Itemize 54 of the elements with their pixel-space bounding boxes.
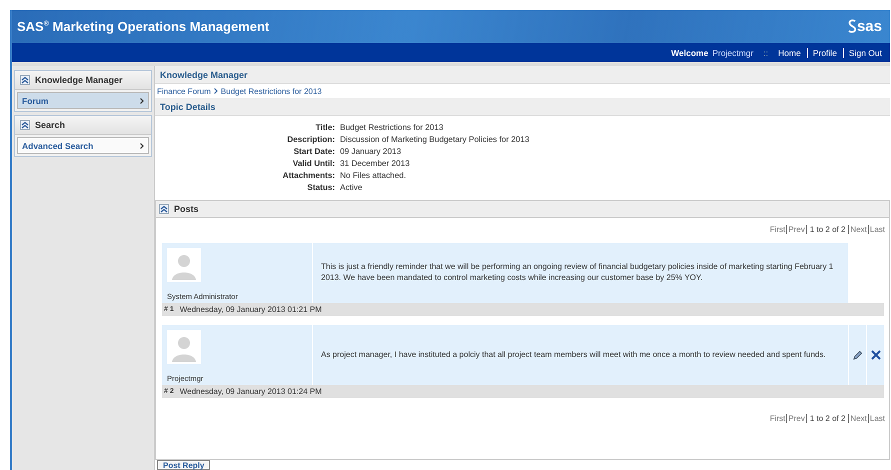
pager-summary: 1 to 2 of 2	[810, 225, 846, 234]
close-icon	[870, 349, 882, 361]
chevron-right-icon	[140, 142, 144, 148]
sidebar-item[interactable]: Forum	[17, 92, 149, 109]
field-value: Active	[340, 183, 364, 192]
panel-title: Knowledge Manager	[35, 75, 123, 85]
logo: sas	[848, 18, 882, 35]
pager-link[interactable]: Next	[848, 414, 867, 423]
pager-link[interactable]: Prev	[788, 225, 807, 234]
field-label: Attachments:	[282, 171, 335, 180]
nav-link[interactable]: Profile	[806, 48, 837, 58]
field-label: Description:	[286, 135, 335, 144]
app-title: SAS$^{®}$ Marketing Operations Management	[17, 19, 270, 34]
separator: ::	[763, 48, 768, 58]
section-title: Topic Details	[160, 102, 216, 112]
pager-link[interactable]: First	[770, 414, 788, 423]
user-name: Projectmgr	[712, 48, 754, 58]
panel-title: Search	[35, 120, 66, 130]
field-value: Discussion of Marketing Budgetary Policies for 2013	[340, 135, 530, 144]
field-value: No Files attached.	[340, 171, 407, 180]
section-title: Knowledge Manager	[160, 70, 248, 80]
chevron-right-icon	[140, 98, 144, 104]
chevron-right-icon	[214, 88, 218, 94]
nav-link[interactable]: Home	[778, 48, 801, 58]
breadcrumb-link[interactable]: Finance Forum	[157, 86, 211, 96]
field-label: Title:	[314, 123, 335, 132]
field-label: Start Date:	[292, 147, 335, 156]
collapse-icon[interactable]	[159, 204, 169, 214]
avatar-icon	[167, 330, 201, 364]
pager-link[interactable]: First	[770, 225, 788, 234]
pager-link[interactable]: Last	[868, 225, 885, 234]
avatar-icon	[167, 248, 201, 282]
collapse-icon[interactable]	[20, 75, 30, 85]
breadcrumb-link[interactable]: Budget Restrictions for 2013	[220, 86, 322, 96]
post-text: This is just a friendly reminder that we will be performing an ongoing review of financial budgetary policies inside of marketing starting February 1 2013. We have been mandated to control marketing costs while increasing our customer base by 25% YOY.	[321, 262, 834, 284]
post-date: Wednesday, 09 January 2013 01:21 PM	[180, 305, 322, 314]
field-value: Budget Restrictions for 2013	[340, 123, 444, 132]
pager-summary: 1 to 2 of 2	[810, 414, 846, 423]
panel-title: Posts	[174, 204, 199, 214]
field-value: 31 December 2013	[340, 159, 411, 168]
pencil-icon	[852, 350, 863, 360]
post-reply-button[interactable]: Post Reply	[157, 460, 210, 470]
welcome-label: Welcome	[671, 48, 708, 58]
pager-link[interactable]: Last	[868, 414, 885, 423]
post-date: Wednesday, 09 January 2013 01:24 PM	[180, 387, 322, 396]
field-label: Status:	[306, 183, 335, 192]
post-text: As project manager, I have instituted a polciy that all project team members will meet with me once a month to review needed and spent funds.	[321, 350, 826, 360]
nav-link[interactable]: Sign Out	[842, 48, 882, 58]
sidebar-item[interactable]: Advanced Search	[17, 137, 149, 154]
pager-link[interactable]: Prev	[788, 414, 807, 423]
field-value: 09 January 2013	[340, 147, 402, 156]
pager-link[interactable]: Next	[848, 225, 867, 234]
collapse-icon[interactable]	[20, 120, 30, 130]
field-label: Valid Until:	[292, 159, 335, 168]
